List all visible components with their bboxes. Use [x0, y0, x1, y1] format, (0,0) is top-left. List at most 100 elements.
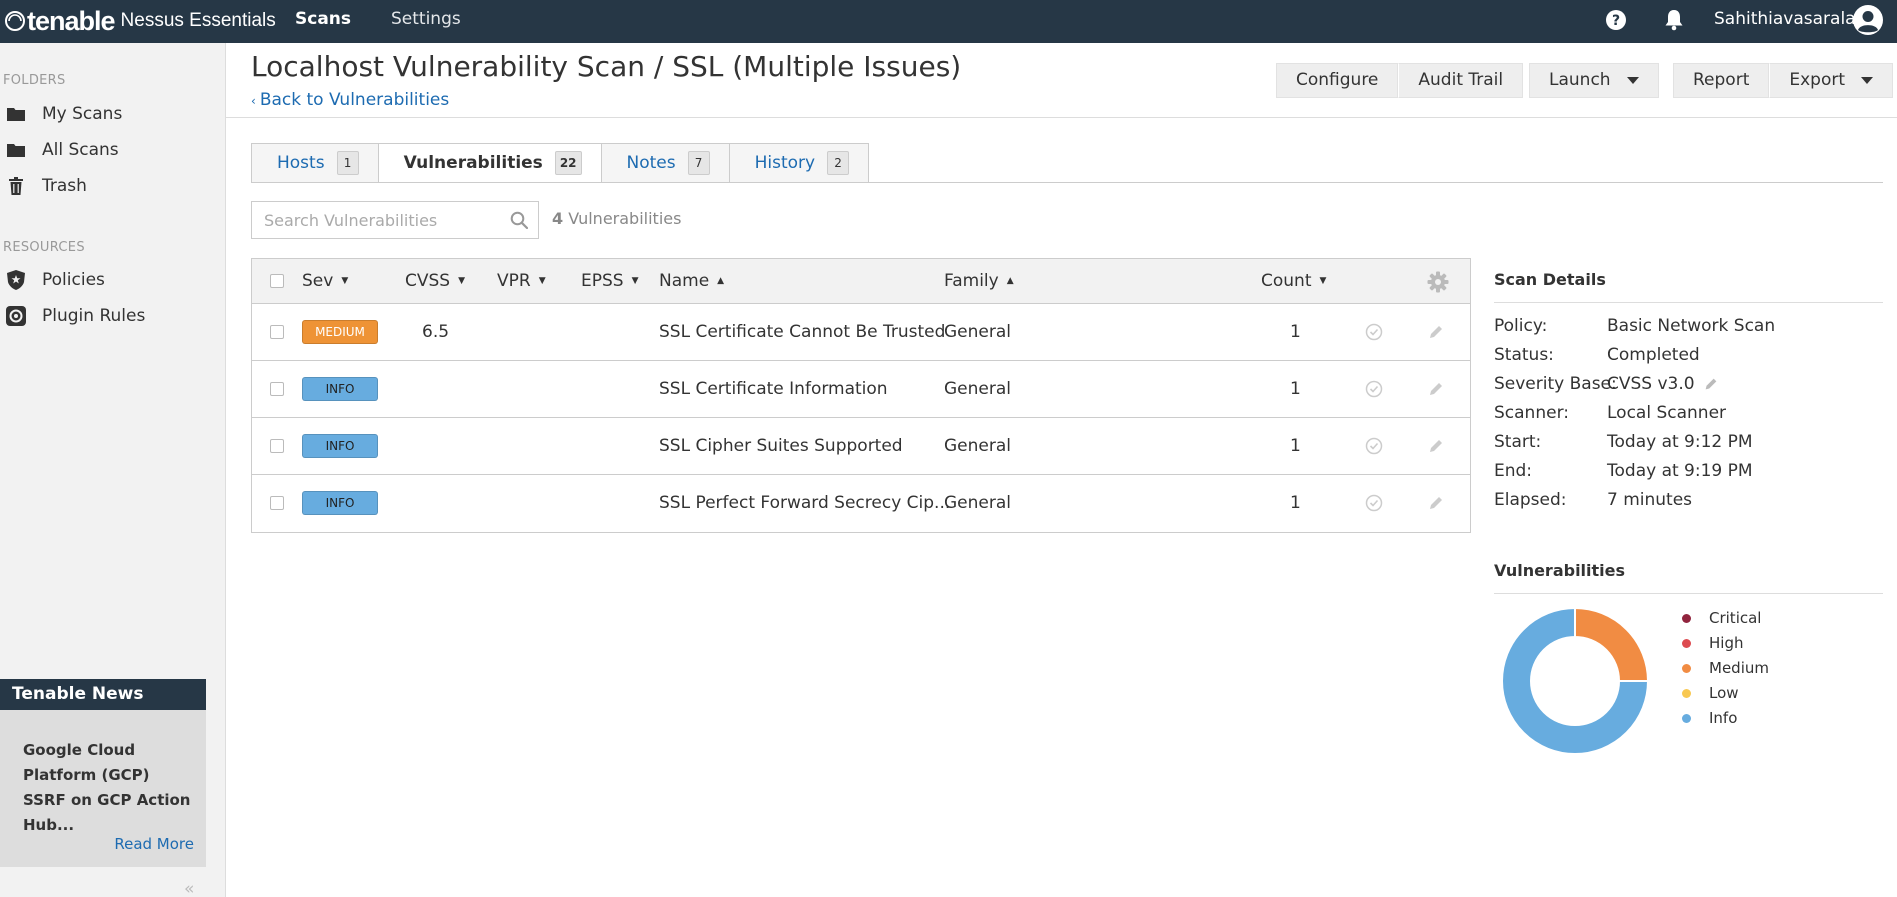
folder-icon: [5, 139, 27, 161]
sort-up-icon: ▲: [717, 276, 725, 286]
scan-details-heading: Scan Details: [1494, 270, 1606, 289]
column-vpr[interactable]: VPR ▼: [497, 259, 546, 303]
back-to-vulnerabilities-link[interactable]: ‹ Back to Vulnerabilities: [251, 90, 449, 110]
tab-notes[interactable]: Notes 7: [600, 143, 729, 183]
row-checkbox[interactable]: [270, 325, 284, 339]
row-checkbox[interactable]: [270, 496, 284, 510]
column-name-label: Name: [659, 271, 710, 291]
row-checkbox[interactable]: [270, 439, 284, 453]
news-headline[interactable]: Google Cloud Platform (GCP) SSRF on GCP …: [0, 710, 206, 838]
table-row[interactable]: MEDIUM 6.5 SSL Certificate Cannot Be Tru…: [252, 304, 1470, 361]
vulnerability-count-number: 4: [552, 209, 564, 228]
column-cvss-label: CVSS: [405, 271, 451, 291]
launch-button[interactable]: Launch: [1529, 63, 1659, 98]
sidebar-item-policies[interactable]: Policies: [0, 263, 225, 297]
sidebar: FOLDERS My Scans All Scans Trash RESOURC…: [0, 43, 226, 897]
detail-value-severity-base: CVSS v3.0: [1607, 374, 1695, 394]
plugin-rules-icon: [5, 305, 27, 327]
column-count[interactable]: Count ▼: [1261, 259, 1326, 303]
vulnerability-count: 4 Vulnerabilities: [552, 209, 681, 228]
select-all-checkbox[interactable]: [270, 274, 284, 288]
nav-settings[interactable]: Settings: [391, 0, 461, 43]
detail-label-status: Status:: [1494, 345, 1554, 365]
table-row[interactable]: INFO SSL Perfect Forward Secrecy Cip... …: [252, 475, 1470, 532]
page-title: Localhost Vulnerability Scan / SSL (Mult…: [251, 50, 962, 83]
legend-item-high: High: [1682, 634, 1743, 652]
legend-dot: [1682, 663, 1691, 673]
audit-trail-button[interactable]: Audit Trail: [1398, 63, 1524, 98]
column-epss-label: EPSS: [581, 271, 624, 291]
column-family[interactable]: Family ▲: [944, 259, 1014, 303]
folders-heading: FOLDERS: [3, 73, 66, 88]
edit-severity-base-pencil-icon[interactable]: [1703, 376, 1719, 392]
column-sev[interactable]: Sev ▼: [302, 259, 348, 303]
tab-hosts[interactable]: Hosts 1: [251, 143, 378, 183]
table-row[interactable]: INFO SSL Certificate Information General…: [252, 361, 1470, 418]
sidebar-item-all-scans[interactable]: All Scans: [0, 133, 225, 167]
column-name[interactable]: Name ▲: [659, 259, 724, 303]
header-divider: [226, 117, 1897, 118]
tenable-logo-icon: [5, 11, 25, 31]
vulnerability-donut-chart[interactable]: [1500, 606, 1650, 756]
sidebar-item-label: Policies: [42, 270, 105, 290]
tab-count-badge: 1: [336, 151, 359, 175]
row-checkbox[interactable]: [270, 382, 284, 396]
report-export-group: Report Export: [1673, 63, 1894, 98]
configure-button[interactable]: Configure: [1276, 63, 1399, 98]
pencil-icon[interactable]: [1427, 494, 1445, 512]
name-cell: SSL Certificate Cannot Be Trusted: [659, 322, 946, 342]
tab-count-badge: 7: [687, 151, 710, 175]
column-vpr-label: VPR: [497, 271, 531, 291]
user-avatar-icon[interactable]: [1852, 4, 1884, 36]
collapse-sidebar-icon[interactable]: «: [184, 879, 194, 897]
bell-icon[interactable]: [1661, 7, 1687, 33]
pencil-icon[interactable]: [1427, 323, 1445, 341]
check-circle-icon[interactable]: [1365, 494, 1383, 512]
detail-value-elapsed: 7 minutes: [1607, 490, 1693, 510]
tab-history[interactable]: History 2: [728, 143, 870, 183]
search-vulnerabilities-input[interactable]: [252, 202, 492, 238]
nav-scans[interactable]: Scans: [295, 0, 351, 43]
sort-up-icon: ▲: [1006, 276, 1014, 286]
caret-down-icon: [1626, 77, 1639, 84]
username[interactable]: Sahithiavasarala: [1714, 0, 1856, 38]
column-cvss[interactable]: CVSS ▼: [405, 259, 465, 303]
report-button[interactable]: Report: [1673, 63, 1770, 98]
tab-vulnerabilities[interactable]: Vulnerabilities 22: [377, 143, 601, 183]
sidebar-item-my-scans[interactable]: My Scans: [0, 97, 225, 131]
legend-item-info: Info: [1682, 709, 1737, 727]
family-cell: General: [944, 493, 1011, 513]
gear-icon[interactable]: [1427, 271, 1449, 293]
legend-dot: [1682, 688, 1691, 698]
pencil-icon[interactable]: [1427, 437, 1445, 455]
sort-down-icon: ▼: [458, 276, 466, 286]
legend-label: Low: [1709, 684, 1739, 702]
resources-heading: RESOURCES: [3, 240, 85, 255]
pencil-icon[interactable]: [1427, 380, 1445, 398]
name-cell: SSL Certificate Information: [659, 379, 888, 399]
detail-value-status: Completed: [1607, 345, 1700, 365]
column-epss[interactable]: EPSS ▼: [581, 259, 639, 303]
chevron-left-icon: ‹: [251, 94, 256, 108]
sidebar-item-trash[interactable]: Trash: [0, 169, 225, 203]
launch-label: Launch: [1549, 70, 1611, 90]
check-circle-icon[interactable]: [1365, 323, 1383, 341]
check-circle-icon[interactable]: [1365, 380, 1383, 398]
family-cell: General: [944, 379, 1011, 399]
tab-count-badge: 22: [554, 151, 582, 175]
donut-slice-medium[interactable]: [1574, 606, 1650, 682]
help-icon[interactable]: ?: [1605, 9, 1627, 31]
search-icon[interactable]: [510, 211, 528, 229]
check-circle-icon[interactable]: [1365, 437, 1383, 455]
tenable-logo[interactable]: tenable Nessus Essentials: [4, 5, 276, 37]
table-header: Sev ▼ CVSS ▼ VPR ▼ EPSS ▼ Name ▲ Family ▲ Coun…: [252, 259, 1470, 304]
search-box: [251, 201, 539, 239]
sidebar-item-plugin-rules[interactable]: Plugin Rules: [0, 299, 225, 333]
table-row[interactable]: INFO SSL Cipher Suites Supported General…: [252, 418, 1470, 475]
legend-label: High: [1709, 634, 1744, 652]
count-cell: 1: [1290, 322, 1301, 342]
read-more-link[interactable]: Read More: [114, 835, 194, 853]
vulnerabilities-table: Sev ▼ CVSS ▼ VPR ▼ EPSS ▼ Name ▲ Family ▲ Coun…: [251, 258, 1471, 533]
export-button[interactable]: Export: [1769, 63, 1894, 98]
news-heading: Tenable News: [0, 679, 206, 710]
